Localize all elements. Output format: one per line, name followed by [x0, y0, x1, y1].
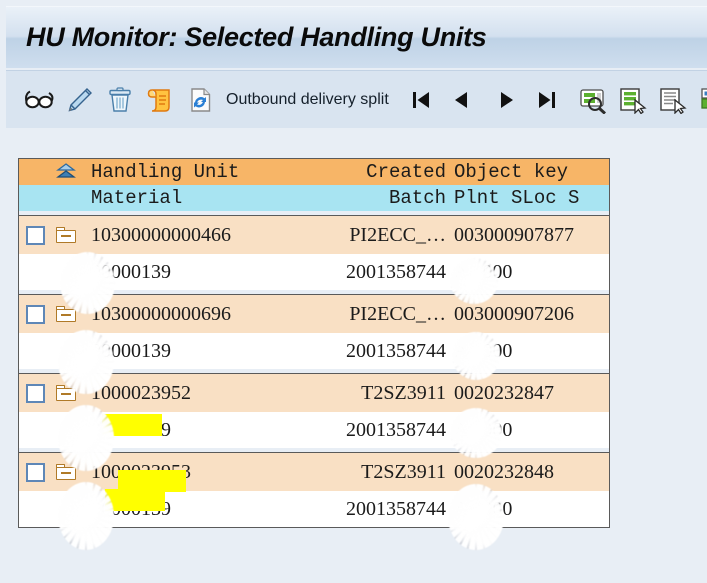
cell-plant-sloc: A 1000	[454, 260, 513, 283]
row-checkbox[interactable]	[19, 304, 51, 324]
trash-delete-icon[interactable]	[100, 77, 140, 123]
expand-folder-icon[interactable]	[51, 227, 81, 243]
cell-object-key: 003000907877	[454, 223, 574, 246]
cell-plant-sloc: A 1000	[454, 418, 513, 441]
table-row-primary-line: 10300000000466 PI2ECC_… 003000907877	[19, 216, 609, 254]
row-checkbox[interactable]	[19, 225, 51, 245]
find-icon[interactable]	[573, 77, 613, 123]
table-row-primary-line: 10300000000696 PI2ECC_… 003000907206	[19, 295, 609, 333]
expand-folder-icon[interactable]	[51, 306, 81, 322]
pencil-edit-icon[interactable]	[60, 77, 100, 123]
cell-handling-unit: 10300000000466	[91, 223, 231, 246]
scroll-log-icon[interactable]	[140, 77, 180, 123]
export-icon[interactable]	[693, 77, 707, 123]
table-row-primary-line: 1000023952 T2SZ3911 0020232847	[19, 374, 609, 412]
table-row[interactable]: 1000023952 T2SZ3911 0020232847 00000139 …	[19, 373, 609, 448]
column-header-material[interactable]: Material	[81, 187, 182, 209]
column-header-batch[interactable]: Batch	[389, 187, 446, 209]
row-checkbox[interactable]	[19, 383, 51, 403]
outbound-delivery-split-button[interactable]: Outbound delivery split	[220, 91, 401, 109]
highlight-marker-row4-lower	[105, 489, 165, 511]
table-row-secondary-line: 00000139 2001358744 A 1000	[19, 333, 609, 369]
table-header-primary: Handling Unit Created Object key	[19, 159, 609, 185]
cell-material: 00000139	[91, 260, 171, 283]
previous-page-icon[interactable]	[441, 77, 481, 123]
cell-material: 00000139	[91, 339, 171, 362]
select-layout-icon[interactable]	[613, 77, 653, 123]
cell-object-key: 003000907206	[454, 302, 574, 325]
hierarchy-icon	[51, 162, 81, 182]
table-header-secondary: Material Batch Plnt SLoc S	[19, 185, 609, 211]
column-header-object-key[interactable]: Object key	[454, 161, 568, 183]
cell-created: PI2ECC_…	[349, 223, 446, 246]
cell-batch: 2001358744	[346, 339, 446, 362]
application-toolbar: Outbound delivery split	[6, 70, 707, 128]
cell-object-key: 0020232847	[454, 381, 554, 404]
highlight-marker-row3	[102, 414, 162, 436]
next-page-icon[interactable]	[487, 77, 527, 123]
last-page-icon[interactable]	[527, 77, 567, 123]
page-title: HU Monitor: Selected Handling Units	[26, 22, 487, 52]
detail-list-icon[interactable]	[653, 77, 693, 123]
cell-created: T2SZ3911	[361, 381, 446, 404]
expand-folder-icon[interactable]	[51, 385, 81, 401]
cell-created: PI2ECC_…	[349, 302, 446, 325]
cell-created: T2SZ3911	[361, 460, 446, 483]
cell-handling-unit: 10300000000696	[91, 302, 231, 325]
cell-handling-unit: 1000023952	[91, 381, 191, 404]
table-row-secondary-line: 00000139 2001358744 A 1000	[19, 254, 609, 290]
column-header-handling-unit[interactable]: Handling Unit	[81, 161, 239, 183]
expand-folder-icon[interactable]	[51, 464, 81, 480]
row-checkbox[interactable]	[19, 462, 51, 482]
cell-batch: 2001358744	[346, 260, 446, 283]
column-header-plant-sloc[interactable]: Plnt SLoc S	[454, 187, 579, 209]
table-row[interactable]: 10300000000466 PI2ECC_… 003000907877 000…	[19, 215, 609, 290]
handling-units-table: Handling Unit Created Object key Materia…	[18, 158, 610, 528]
cell-plant-sloc: A 1000	[454, 497, 513, 520]
glasses-display-icon[interactable]	[20, 77, 60, 123]
refresh-document-icon[interactable]	[180, 77, 220, 123]
cell-batch: 2001358744	[346, 418, 446, 441]
cell-plant-sloc: A 1000	[454, 339, 513, 362]
window-title-bar: HU Monitor: Selected Handling Units	[6, 6, 707, 68]
first-page-icon[interactable]	[401, 77, 441, 123]
table-row[interactable]: 10300000000696 PI2ECC_… 003000907206 000…	[19, 294, 609, 369]
column-header-created[interactable]: Created	[366, 161, 446, 183]
cell-object-key: 0020232848	[454, 460, 554, 483]
cell-batch: 2001358744	[346, 497, 446, 520]
table-row-primary-line: 1000023953 T2SZ3911 0020232848	[19, 453, 609, 491]
